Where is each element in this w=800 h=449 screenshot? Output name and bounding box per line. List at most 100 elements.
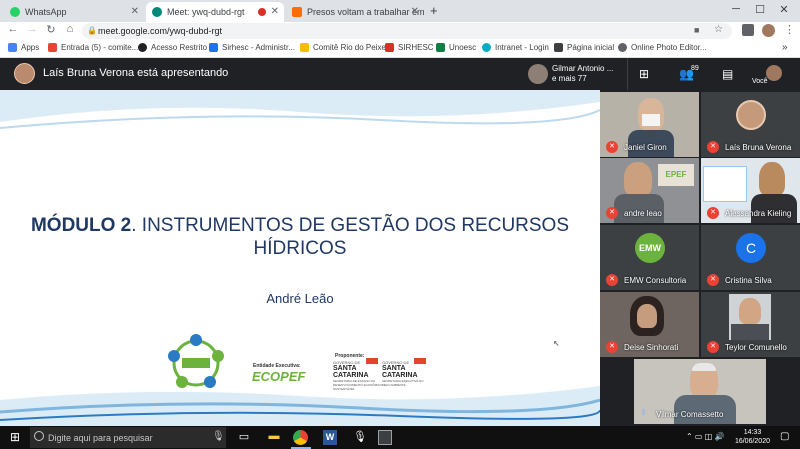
folder-icon (300, 43, 309, 52)
gmail-icon (48, 43, 57, 52)
recording-icon (258, 8, 266, 16)
sirhesc-red-icon (385, 43, 394, 52)
recorder-icon[interactable]: 🎙 (352, 430, 368, 445)
address-bar[interactable]: 🔒 meet.google.com/ywq-dubd-rgt ■ ☆ (82, 23, 732, 39)
divider (627, 58, 628, 90)
bookmark-unoesc[interactable]: Unoesc (436, 43, 476, 52)
word-icon[interactable]: W (323, 430, 337, 445)
slide-title: MÓDULO 2. INSTRUMENTOS DE GESTÃO DOS REC… (30, 215, 570, 259)
search-icon (34, 431, 44, 441)
self-label: Você (752, 78, 768, 85)
participant-tile[interactable]: ✕ Janiel Giron (600, 92, 699, 157)
participant-tile[interactable]: ✕ Deise Sinhorati (600, 292, 699, 357)
windows-taskbar: ⊞ Digite aqui para pesquisar 🎙 ▭ ▬ W 🎙 ⌃… (0, 426, 800, 449)
mic-muted-icon: ✕ (606, 341, 618, 353)
tab-title: WhatsApp (25, 7, 67, 17)
url-text: meet.google.com/ywq-dubd-rgt (98, 26, 223, 36)
presenter-avatar (14, 63, 35, 84)
minimize-icon[interactable]: ─ (724, 3, 748, 15)
participant-tile[interactable]: ✕ Teylor Comunello (701, 292, 800, 357)
microphone-icon[interactable]: 🎙 (212, 431, 225, 442)
participant-tile[interactable]: ✕ Laís Bruna Verona (701, 92, 800, 157)
app-window-icon[interactable] (378, 430, 392, 445)
bookmark-intranet[interactable]: Intranet - Login (482, 43, 549, 52)
close-icon[interactable]: ✕ (131, 6, 139, 17)
mic-muted-icon: ✕ (707, 274, 719, 286)
windows-start-icon[interactable]: ⊞ (7, 430, 23, 445)
file-explorer-icon[interactable]: ▬ (266, 430, 282, 445)
new-tab-icon[interactable]: + (430, 3, 438, 18)
github-icon (138, 43, 147, 52)
comite-logo (168, 334, 224, 388)
participant-tile[interactable]: C ✕ Cristina Silva (701, 225, 800, 290)
bookmark-apps[interactable]: Apps (8, 43, 39, 52)
bookmark-acesso[interactable]: Acesso Restrito (138, 43, 207, 52)
self-avatar[interactable] (766, 65, 782, 81)
meet-icon (152, 7, 162, 17)
task-view-icon[interactable]: ▭ (236, 430, 252, 445)
participant-face (739, 298, 761, 324)
globe-icon (618, 43, 627, 52)
bookmark-photo-editor[interactable]: Online Photo Editor... (618, 43, 707, 52)
bookmark-gmail[interactable]: Entrada (5) - comite... (48, 43, 138, 52)
bookmark-sirhesc-admin[interactable]: Sirhesc - Administr... (209, 43, 295, 52)
participant-body (731, 324, 769, 340)
window-close-icon[interactable]: ✕ (772, 3, 796, 16)
participant-name: Janiel Giron (624, 143, 667, 152)
participant-video (624, 162, 652, 196)
presenter-status: Laís Bruna Verona está apresentando (43, 67, 229, 79)
taskbar-search-box[interactable]: Digite aqui para pesquisar 🎙 (30, 427, 226, 448)
governo-sc-logo-2: GOVERNO DE SANTA CATARINA SECRETARIA EXE… (382, 360, 424, 387)
notifications-icon[interactable]: ▢ (780, 431, 789, 442)
bookmark-comite[interactable]: Comitê Rio do Peixe (300, 43, 386, 52)
forward-icon[interactable]: → (25, 23, 39, 35)
apps-grid-icon (8, 43, 17, 52)
bookmark-pagina-inicial[interactable]: Página inicial (554, 43, 614, 52)
back-icon[interactable]: ← (6, 23, 20, 35)
tab-title: Presos voltam a trabalhar em Sa... (307, 7, 424, 17)
chevron-right-icon[interactable]: » (782, 42, 788, 53)
ecopef-logo: ECOPEF (252, 369, 306, 384)
chat-icon[interactable]: ▤ (722, 67, 733, 81)
participant-video (759, 162, 785, 196)
participant-tile[interactable]: EPEF ✕ andre leao (600, 158, 699, 223)
mic-muted-icon: ✕ (707, 207, 719, 219)
participant-avatar (736, 100, 766, 130)
participants-grid: ✕ Janiel Giron ✕ Laís Bruna Verona EPEF … (600, 90, 800, 426)
participant-tile[interactable]: EMW ✕ EMW Consultoria (600, 225, 699, 290)
camera-icon[interactable]: ■ (694, 25, 699, 35)
tab-meet[interactable]: Meet: ywq-dubd-rgt ✕ (146, 2, 284, 22)
tab-title: Meet: ywq-dubd-rgt (167, 7, 245, 17)
page-icon (554, 43, 563, 52)
pinned-participant-name[interactable]: Gilmar Antonio ... e mais 77 (552, 64, 613, 84)
maximize-icon[interactable]: ☐ (748, 3, 772, 16)
participant-face (637, 304, 657, 328)
meet-presentation-bar: Laís Bruna Verona está apresentando Gilm… (0, 58, 800, 90)
extension-icon[interactable] (742, 24, 754, 36)
participant-tile[interactable]: ✕ Alessandra Kieling (701, 158, 800, 223)
bookmark-sirhesc[interactable]: SIRHESC (385, 43, 434, 52)
browser-tab-strip: WhatsApp ✕ Meet: ywq-dubd-rgt ✕ Presos v… (0, 0, 800, 22)
system-tray-icons[interactable]: ⌃ ▭ ◫ 🔊 (686, 432, 724, 441)
tab-whatsapp[interactable]: WhatsApp ✕ (4, 2, 144, 22)
participant-avatar: C (736, 233, 766, 263)
layout-grid-icon[interactable]: ⊞ (639, 67, 649, 81)
chrome-icon[interactable] (293, 430, 308, 445)
home-icon[interactable]: ⌂ (63, 23, 77, 35)
close-icon[interactable]: ✕ (411, 6, 419, 17)
wall-poster: EPEF (658, 164, 694, 186)
tab-news[interactable]: Presos voltam a trabalhar em Sa... ✕ (286, 2, 424, 22)
participant-hair (692, 363, 716, 371)
bookmark-star-icon[interactable]: ☆ (714, 24, 723, 35)
menu-dots-icon[interactable]: ⋮ (784, 23, 795, 36)
profile-avatar[interactable] (762, 24, 775, 37)
participant-name: Vilmar Comassetto (656, 410, 724, 419)
participant-tile[interactable]: ⦀ Vilmar Comassetto (634, 359, 766, 424)
close-icon[interactable]: ✕ (271, 6, 279, 17)
pinned-participant-avatar[interactable] (528, 64, 548, 84)
taskbar-clock[interactable]: 14:33 16/06/2020 (735, 428, 770, 446)
participant-count: 89 (691, 65, 699, 72)
reload-icon[interactable]: ↻ (44, 23, 58, 36)
sirhesc-icon (209, 43, 218, 52)
mic-muted-icon: ✕ (606, 274, 618, 286)
